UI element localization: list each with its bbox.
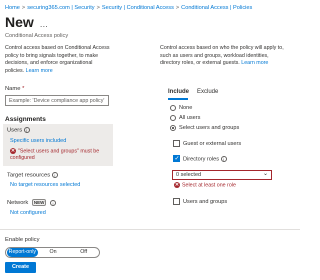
page-title: New [5,14,34,30]
users-label-text: Users [7,127,23,134]
policy-description: Control access based on Conditional Acce… [5,45,110,75]
target-resources-label: Target resources i [7,172,58,179]
more-options-button[interactable]: ... [40,20,48,29]
checkbox-directory-roles[interactable] [173,155,180,162]
info-icon: i [220,156,227,162]
toggle-off[interactable]: Off [68,248,99,257]
name-label-text: Name [5,86,21,92]
breadcrumb-separator: > [96,5,100,11]
dropdown-value: 0 selected [176,172,202,178]
checkbox-guest-external-label: Guest or external users [183,141,242,147]
policy-name-input[interactable]: Example: 'Device compliance app policy' [5,95,109,106]
tab-exclude[interactable]: Exclude [197,89,218,95]
footer-divider [0,229,300,230]
breadcrumb-home[interactable]: Home [5,5,20,11]
error-icon: ✕ [174,182,180,188]
error-icon: ✕ [10,148,16,154]
enable-policy-toggle: Report-only On Off [5,247,100,258]
info-icon: i [51,172,58,178]
new-badge: NEW [31,199,47,206]
directory-roles-text: Directory roles [183,156,220,163]
breadcrumb-conditional-access[interactable]: Security | Conditional Access [102,5,174,11]
users-error: ✕ "Select users and groups" must be confi… [10,148,110,162]
users-learn-more-link[interactable]: Learn more [241,60,268,66]
policy-description-text: Control access based on Conditional Acce… [5,45,110,74]
breadcrumb-separator: > [175,5,180,11]
checkbox-directory-roles-label: Directory roles i [183,156,227,162]
checkbox-users-groups-label: Users and groups [183,199,228,205]
radio-all-users[interactable] [170,115,176,121]
radio-select-users-groups-label: Select users and groups [179,125,240,131]
info-icon: i [23,127,30,133]
breadcrumb-security[interactable]: securing365.com | Security [27,5,94,11]
radio-all-users-label: All users [179,115,201,121]
users-label: Users i [7,127,30,134]
checkbox-guest-external[interactable] [173,140,180,147]
breadcrumb: Home > securing365.com | Security > Security… [5,5,252,11]
roles-error: ✕ Select at least one role [174,182,236,189]
toggle-report-only[interactable]: Report-only [7,248,38,257]
roles-error-text: Select at least one role [182,182,236,189]
directory-roles-dropdown[interactable]: 0 selected ⌄ [172,170,272,180]
breadcrumb-policies[interactable]: Conditional Access | Policies [181,5,252,11]
toggle-on[interactable]: On [38,248,69,257]
users-assignment-link[interactable]: Specific users included [10,138,66,144]
active-tab-indicator [168,98,188,100]
network-label-text: Network [7,200,29,207]
radio-select-users-groups[interactable] [170,125,176,131]
tab-include[interactable]: Include [168,89,189,95]
network-label: Network NEW i [7,199,57,207]
assignments-heading: Assignments [5,116,46,123]
users-error-text: "Select users and groups" must be config… [10,148,100,162]
radio-none[interactable] [170,105,176,111]
target-resources-label-text: Target resources [7,172,51,179]
chevron-down-icon: ⌄ [262,171,268,177]
required-marker: * [22,86,25,92]
page-subtitle: Conditional Access policy [5,33,69,39]
network-link[interactable]: Not configured [10,210,46,216]
breadcrumb-separator: > [21,5,26,11]
checkbox-users-groups[interactable] [173,198,180,205]
radio-none-label: None [179,105,193,111]
users-description: Control access based on who the policy w… [160,45,288,68]
name-label: Name * [5,86,24,92]
target-resources-link[interactable]: No target resources selected [10,182,80,188]
info-icon: i [50,199,57,206]
create-button[interactable]: Create [5,262,36,273]
enable-policy-label: Enable policy [5,237,40,243]
learn-more-link[interactable]: Learn more [26,68,53,74]
